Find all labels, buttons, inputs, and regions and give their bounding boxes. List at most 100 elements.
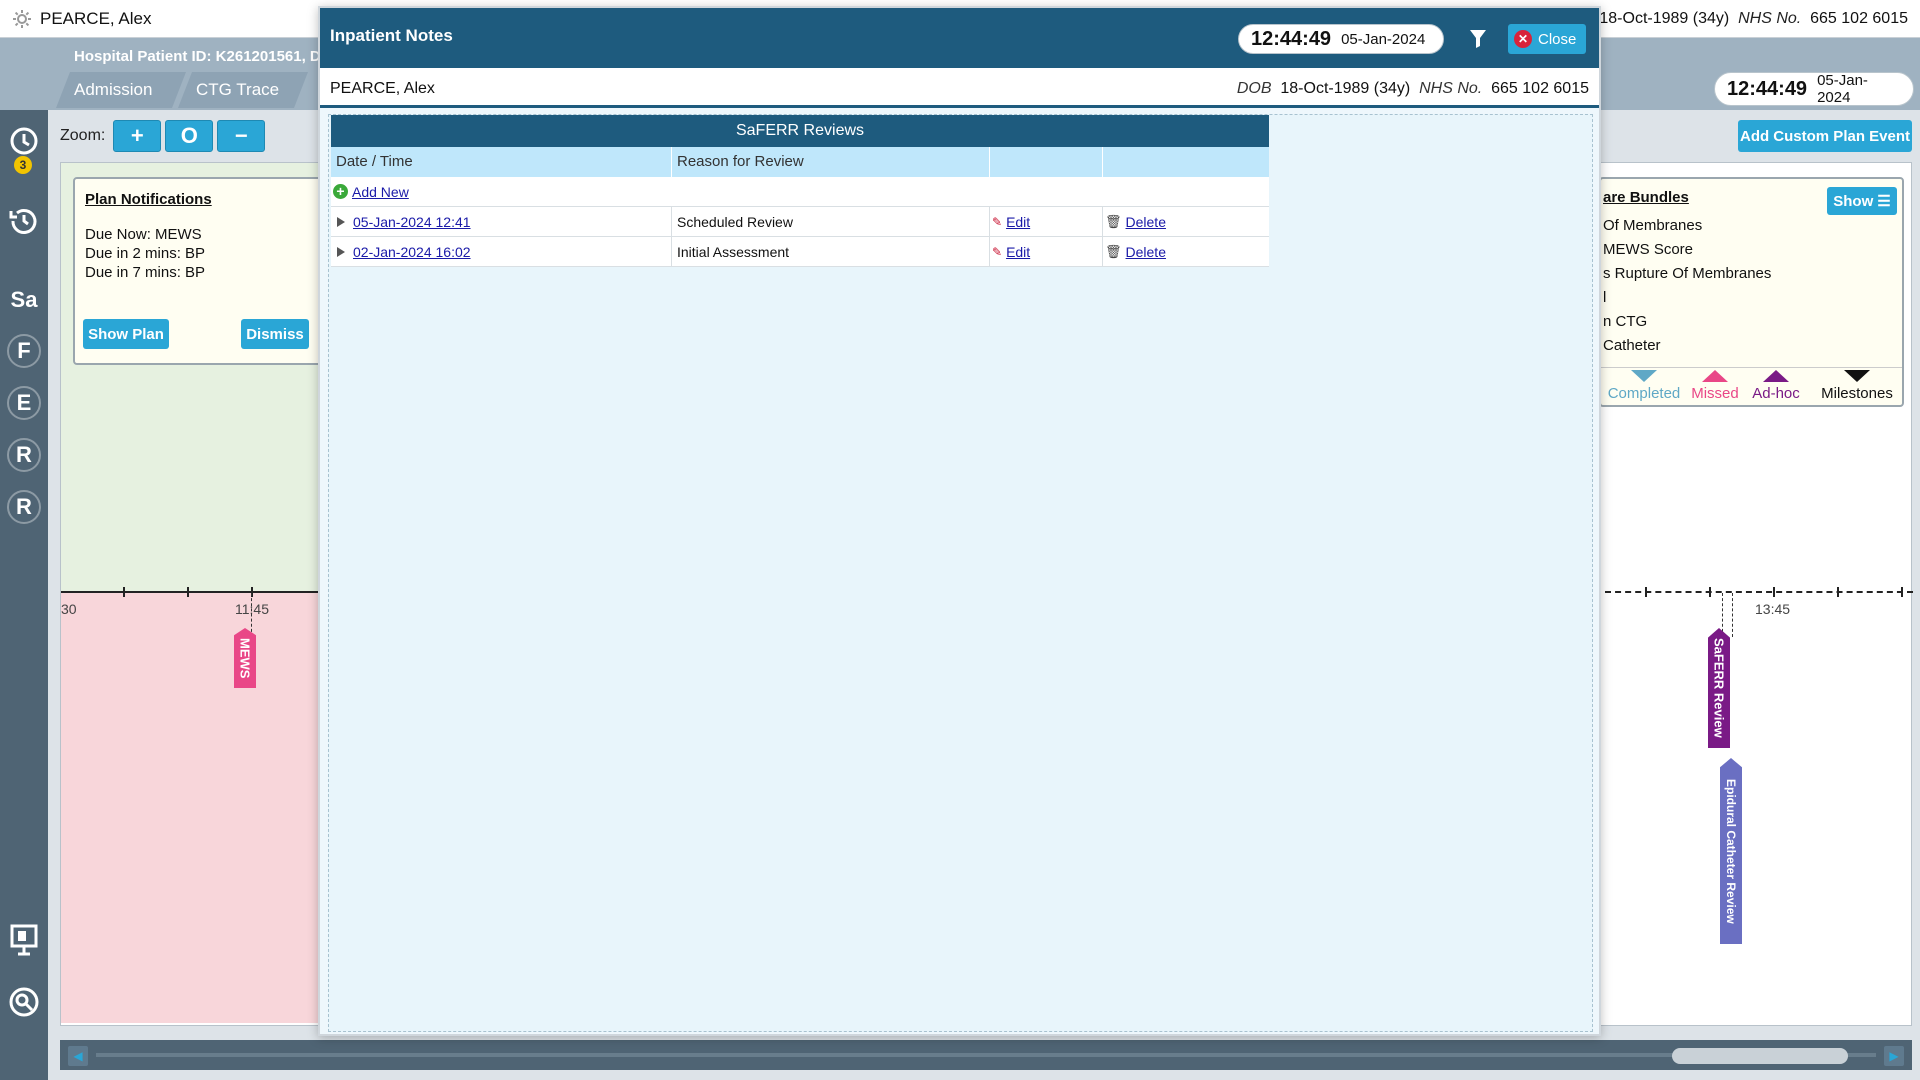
table-row: 02-Jan-2024 16:02 Initial Assessment ✎ E… (331, 237, 1269, 267)
timeline-lower-region (61, 593, 326, 1023)
patient-name: PEARCE, Alex (40, 9, 152, 28)
close-icon: ✕ (1514, 30, 1532, 48)
horizontal-scrollbar[interactable]: ◀ ▶ (60, 1040, 1912, 1070)
axis-tick (187, 587, 189, 597)
event-connector (1732, 593, 1733, 637)
care-bundles-title: are Bundles (1603, 189, 1689, 206)
rail-letter-f[interactable]: F (7, 334, 41, 368)
dialog-body: SaFERR Reviews Date / Time Reason for Re… (328, 114, 1593, 1032)
plus-icon: + (333, 184, 348, 199)
zoom-reset-button[interactable]: O (165, 120, 214, 152)
pencil-icon: ✎ (992, 214, 1003, 229)
column-header-reason[interactable]: Reason for Review (672, 147, 990, 177)
add-new-row: + Add New (331, 177, 1269, 207)
dialog-patient-details: DOB 18-Oct-1989 (34y) NHS No. 665 102 60… (1237, 80, 1589, 98)
add-new-link[interactable]: Add New (352, 184, 409, 200)
legend-missed: Missed (1689, 370, 1741, 402)
scroll-track[interactable] (96, 1053, 1876, 1057)
event-flag-saferr-review[interactable]: SaFERR Review (1708, 628, 1730, 748)
bundle-item[interactable]: s Rupture Of Membranes (1603, 265, 1771, 282)
scroll-left-icon[interactable]: ◀ (68, 1046, 88, 1066)
notification-line: Due Now: MEWS (85, 226, 202, 243)
rail-letter-e[interactable]: E (7, 386, 41, 420)
zoom-controls: Zoom: + O − (60, 120, 266, 152)
close-label: Close (1538, 30, 1577, 48)
cell-delete: 🗑 Delete (1103, 237, 1269, 266)
show-bundles-button[interactable]: Show ☰ (1827, 187, 1897, 215)
add-custom-plan-event-button[interactable]: Add Custom Plan Event (1738, 120, 1912, 152)
cell-datetime: 05-Jan-2024 12:41 (331, 207, 672, 236)
up-triangle-icon (1763, 370, 1789, 382)
bundle-item[interactable]: Catheter (1603, 337, 1661, 354)
history-clock-icon[interactable] (6, 202, 42, 238)
tab-admission[interactable]: Admission (56, 72, 186, 108)
zoom-out-button[interactable]: − (217, 120, 266, 152)
axis-tick (1709, 587, 1711, 597)
dismiss-button[interactable]: Dismiss (241, 319, 309, 349)
timeline-axis (61, 591, 326, 593)
dialog-clock: 12:44:49 05-Jan-2024 (1238, 24, 1444, 54)
left-rail: 3 Sa F E R R (0, 110, 48, 1080)
dialog-title: Inpatient Notes (330, 26, 453, 45)
scroll-thumb[interactable] (1672, 1048, 1848, 1064)
zoom-label: Zoom: (60, 127, 106, 144)
clock-date: 05-Jan-2024 (1341, 30, 1426, 48)
zoom-in-button[interactable]: + (113, 120, 162, 152)
column-header-delete (1103, 147, 1269, 177)
presentation-icon[interactable] (6, 922, 42, 958)
down-triangle-icon (1631, 370, 1657, 382)
bundle-legend: Completed Missed Ad-hoc Milestones (1601, 367, 1902, 405)
up-triangle-icon (1702, 370, 1728, 382)
cell-datetime: 02-Jan-2024 16:02 (331, 237, 672, 266)
patient-banner-details: 18-Oct-1989 (34y) NHS No. 665 102 6015 (1599, 10, 1908, 28)
axis-label-1345: 13:45 (1755, 601, 1791, 617)
table-header-row: Date / Time Reason for Review (331, 147, 1269, 177)
tab-ctg-trace[interactable]: CTG Trace (178, 72, 308, 108)
scroll-right-icon[interactable]: ▶ (1884, 1046, 1904, 1066)
edit-link[interactable]: Edit (1006, 214, 1030, 230)
table-caption: SaFERR Reviews (331, 115, 1269, 147)
show-bundles-label: Show (1833, 192, 1874, 210)
event-flag-epidural-catheter-review[interactable]: Epidural Catheter Review (1720, 758, 1742, 944)
notification-line: Due in 2 mins: BP (85, 245, 206, 262)
show-plan-button[interactable]: Show Plan (83, 319, 169, 349)
event-connector (251, 593, 252, 637)
delete-link[interactable]: Delete (1126, 214, 1166, 230)
close-button[interactable]: ✕ Close (1508, 24, 1587, 54)
hospital-patient-id: Hospital Patient ID: K261201561, De (74, 48, 330, 65)
column-header-datetime[interactable]: Date / Time (331, 147, 672, 177)
filter-icon[interactable] (1468, 28, 1488, 50)
rail-letter-sa[interactable]: Sa (6, 282, 42, 318)
axis-label: 30 (61, 601, 77, 617)
datetime-link[interactable]: 02-Jan-2024 16:02 (353, 244, 471, 260)
bundle-item[interactable]: n CTG (1603, 313, 1647, 330)
patient-banner-name: PEARCE, Alex (12, 9, 152, 29)
expand-icon[interactable] (337, 216, 345, 227)
bundle-item[interactable]: l (1603, 289, 1606, 306)
expand-icon[interactable] (337, 246, 345, 257)
axis-tick (1837, 587, 1839, 597)
event-flag-mews[interactable]: MEWS (234, 628, 256, 688)
dob-value: 18-Oct-1989 (34y) (1280, 80, 1411, 97)
nhs-number: 665 102 6015 (1491, 80, 1589, 97)
plan-notifications-panel: Plan Notifications Due Now: MEWS Due in … (73, 177, 325, 365)
legend-milestones: Milestones (1813, 370, 1901, 402)
menu-icon: ☰ (1877, 193, 1891, 210)
delete-link[interactable]: Delete (1126, 244, 1166, 260)
nhs-label: NHS No. (1419, 80, 1483, 97)
gear-icon[interactable] (12, 9, 32, 29)
axis-tick (1773, 587, 1775, 597)
bundle-item[interactable]: MEWS Score (1603, 241, 1693, 258)
rail-letter-r1[interactable]: R (7, 438, 41, 472)
plan-notifications-title: Plan Notifications (85, 191, 212, 208)
datetime-link[interactable]: 05-Jan-2024 12:41 (353, 214, 471, 230)
legend-adhoc: Ad-hoc (1749, 370, 1803, 402)
rail-letter-r2[interactable]: R (7, 490, 41, 524)
search-icon[interactable] (6, 984, 42, 1020)
alarm-clock-icon[interactable] (6, 122, 42, 158)
bundle-item[interactable]: Of Membranes (1603, 217, 1702, 234)
cell-reason: Scheduled Review (672, 207, 990, 236)
edit-link[interactable]: Edit (1006, 244, 1030, 260)
nhs-label: NHS No. (1738, 10, 1802, 27)
legend-label: Milestones (1821, 385, 1893, 402)
